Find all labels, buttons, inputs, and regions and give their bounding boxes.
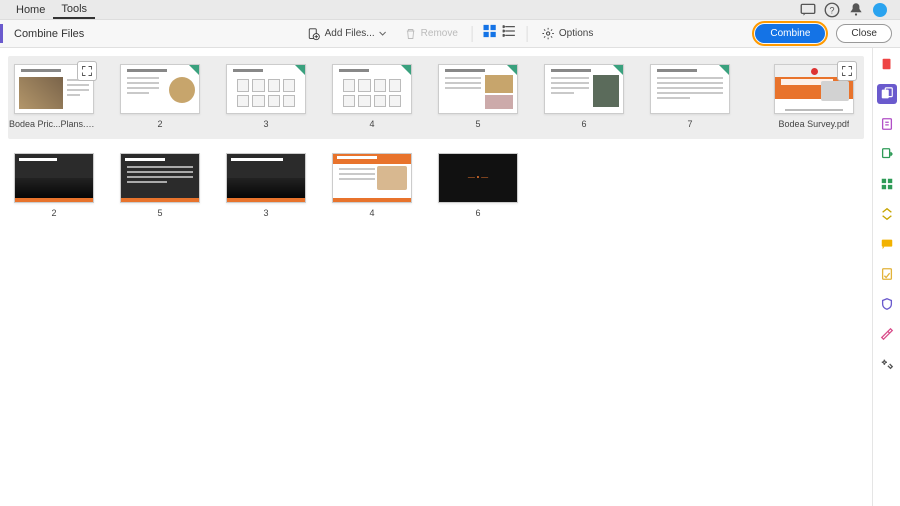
help-icon[interactable]: ? bbox=[823, 1, 841, 19]
thumbnail-caption: Bodea Survey.pdf bbox=[779, 119, 850, 129]
loose-thumbnails-row: 2 5 3 4 bbox=[8, 153, 864, 218]
trash-icon bbox=[405, 28, 417, 40]
main-area: Bodea Pric...Plans.pptx 2 3 4 bbox=[0, 48, 872, 506]
divider bbox=[472, 26, 473, 42]
thumbnail-caption: 4 bbox=[369, 208, 374, 218]
avatar[interactable] bbox=[871, 1, 889, 19]
edit-pdf-icon[interactable] bbox=[877, 114, 897, 134]
thumbnail-page-4[interactable]: 4 bbox=[332, 64, 412, 129]
thumbnail-page-7[interactable]: 7 bbox=[650, 64, 730, 129]
chevron-down-icon bbox=[379, 30, 387, 38]
compress-icon[interactable] bbox=[877, 204, 897, 224]
options-label: Options bbox=[559, 28, 593, 39]
grid-view-button[interactable] bbox=[483, 24, 497, 43]
add-files-button[interactable]: Add Files... bbox=[303, 25, 391, 43]
thumbnail-caption: 6 bbox=[581, 119, 586, 129]
thumbnail-page-3[interactable]: 3 bbox=[226, 64, 306, 129]
create-pdf-icon[interactable] bbox=[877, 54, 897, 74]
thumbnail-loose-1[interactable]: 2 bbox=[14, 153, 94, 218]
file-group-strip: Bodea Pric...Plans.pptx 2 3 4 bbox=[8, 56, 864, 139]
thumbnail-caption: 2 bbox=[51, 208, 56, 218]
more-tools-icon[interactable] bbox=[877, 354, 897, 374]
chat-icon[interactable] bbox=[799, 1, 817, 19]
thumbnail-loose-4[interactable]: 4 bbox=[332, 153, 412, 218]
add-files-label: Add Files... bbox=[325, 28, 375, 39]
combine-files-icon[interactable] bbox=[877, 84, 897, 104]
thumbnail-caption: 5 bbox=[157, 208, 162, 218]
thumbnail-loose-2[interactable]: 5 bbox=[120, 153, 200, 218]
thumbnail-caption: Bodea Pric...Plans.pptx bbox=[9, 119, 99, 129]
close-button[interactable]: Close bbox=[836, 24, 892, 43]
right-tool-sidebar bbox=[872, 48, 900, 506]
tab-tools[interactable]: Tools bbox=[53, 0, 95, 19]
comment-icon[interactable] bbox=[877, 234, 897, 254]
divider bbox=[527, 26, 528, 42]
expand-button[interactable] bbox=[77, 61, 97, 81]
protect-icon[interactable] bbox=[877, 294, 897, 314]
remove-label: Remove bbox=[421, 28, 458, 39]
thumbnail-loose-3[interactable]: 3 bbox=[226, 153, 306, 218]
thumbnail-loose-5[interactable]: — • — 6 bbox=[438, 153, 518, 218]
bell-icon[interactable] bbox=[847, 1, 865, 19]
fill-sign-icon[interactable] bbox=[877, 264, 897, 284]
tab-home[interactable]: Home bbox=[8, 0, 53, 19]
accent-bar bbox=[0, 24, 3, 43]
thumbnail-page-6[interactable]: 6 bbox=[544, 64, 624, 129]
gear-icon bbox=[542, 27, 555, 40]
thumbnail-caption: 5 bbox=[475, 119, 480, 129]
toolbar: Combine Files Add Files... Remove Option… bbox=[0, 20, 900, 48]
export-pdf-icon[interactable] bbox=[877, 144, 897, 164]
menubar: Home Tools ? bbox=[0, 0, 900, 20]
thumbnail-caption: 6 bbox=[475, 208, 480, 218]
thumbnail-file-1[interactable]: Bodea Pric...Plans.pptx bbox=[14, 64, 94, 129]
thumbnail-caption: 3 bbox=[263, 119, 268, 129]
svg-text:?: ? bbox=[829, 5, 834, 15]
thumbnail-caption: 3 bbox=[263, 208, 268, 218]
list-view-button[interactable] bbox=[503, 24, 517, 43]
redact-icon[interactable] bbox=[877, 324, 897, 344]
options-button[interactable]: Options bbox=[538, 25, 597, 42]
thumbnail-page-5[interactable]: 5 bbox=[438, 64, 518, 129]
combine-button[interactable]: Combine bbox=[755, 24, 825, 43]
remove-button: Remove bbox=[401, 26, 462, 42]
thumbnail-caption: 4 bbox=[369, 119, 374, 129]
combine-highlight: Combine bbox=[752, 21, 828, 46]
expand-button[interactable] bbox=[837, 61, 857, 81]
thumbnail-caption: 7 bbox=[687, 119, 692, 129]
page-title: Combine Files bbox=[14, 28, 84, 40]
thumbnail-file-2[interactable]: Bodea Survey.pdf bbox=[774, 64, 854, 129]
organize-icon[interactable] bbox=[877, 174, 897, 194]
thumbnail-caption: 2 bbox=[157, 119, 162, 129]
thumbnail-page-2[interactable]: 2 bbox=[120, 64, 200, 129]
